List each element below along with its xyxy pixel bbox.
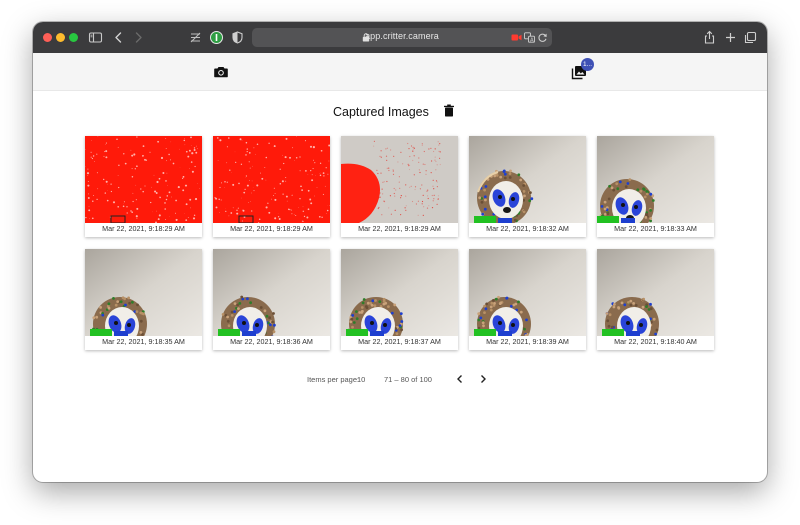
page-title: Captured Images — [333, 105, 429, 119]
image-card[interactable]: Mar 22, 2021, 9:18:33 AM — [597, 136, 714, 237]
new-tab-icon[interactable] — [723, 30, 738, 45]
captured-image-thumbnail[interactable] — [469, 136, 586, 223]
password-manager-icon[interactable] — [209, 30, 224, 45]
image-timestamp: Mar 22, 2021, 9:18:36 AM — [230, 337, 313, 346]
browser-toolbar: app.critter.camera A — [33, 22, 767, 54]
image-card[interactable]: Mar 22, 2021, 9:18:29 AM — [213, 136, 330, 237]
captured-image-thumbnail[interactable] — [213, 136, 330, 223]
image-card[interactable]: Mar 22, 2021, 9:18:29 AM — [85, 136, 202, 237]
captured-image-thumbnail[interactable] — [597, 136, 714, 223]
translate-icon[interactable]: A — [524, 32, 535, 43]
close-window-button[interactable] — [43, 33, 52, 42]
chevron-right-icon[interactable] — [476, 372, 490, 386]
captured-image-thumbnail[interactable] — [85, 136, 202, 223]
image-card[interactable]: Mar 22, 2021, 9:18:37 AM — [341, 249, 458, 350]
camera-icon[interactable] — [212, 63, 230, 81]
trash-icon[interactable] — [443, 104, 455, 117]
privacy-shield-icon[interactable] — [230, 30, 245, 45]
image-timestamp: Mar 22, 2021, 9:18:29 AM — [102, 224, 185, 233]
address-bar[interactable]: app.critter.camera A — [252, 28, 552, 47]
image-card[interactable]: Mar 22, 2021, 9:18:36 AM — [213, 249, 330, 350]
share-icon[interactable] — [702, 30, 717, 45]
page-range-label: 71 – 80 of 100 — [384, 375, 432, 384]
image-timestamp: Mar 22, 2021, 9:18:37 AM — [358, 337, 441, 346]
back-icon[interactable] — [111, 30, 126, 45]
image-timestamp: Mar 22, 2021, 9:18:29 AM — [358, 224, 441, 233]
captured-image-thumbnail[interactable] — [341, 249, 458, 336]
image-timestamp: Mar 22, 2021, 9:18:35 AM — [102, 337, 185, 346]
zoom-window-button[interactable] — [69, 33, 78, 42]
items-per-page-select[interactable]: 10 — [357, 375, 365, 384]
image-card[interactable]: Mar 22, 2021, 9:18:35 AM — [85, 249, 202, 350]
image-timestamp: Mar 22, 2021, 9:18:40 AM — [614, 337, 697, 346]
app-toolbar — [33, 53, 767, 91]
captured-image-thumbnail[interactable] — [213, 249, 330, 336]
gallery-count-badge: 1... — [581, 58, 594, 71]
minimize-window-button[interactable] — [56, 33, 65, 42]
captured-image-thumbnail[interactable] — [597, 249, 714, 336]
chevron-left-icon[interactable] — [453, 372, 467, 386]
extension-tracker-icon[interactable] — [188, 30, 203, 45]
captured-image-thumbnail[interactable] — [85, 249, 202, 336]
items-per-page-label: Items per page: — [307, 375, 360, 384]
image-timestamp: Mar 22, 2021, 9:18:33 AM — [614, 224, 697, 233]
image-card[interactable]: Mar 22, 2021, 9:18:32 AM — [469, 136, 586, 237]
image-card[interactable]: Mar 22, 2021, 9:18:39 AM — [469, 249, 586, 350]
image-card[interactable]: Mar 22, 2021, 9:18:29 AM — [341, 136, 458, 237]
url-text: app.critter.camera — [365, 31, 439, 41]
captured-image-thumbnail[interactable] — [469, 249, 586, 336]
captured-image-thumbnail[interactable] — [341, 136, 458, 223]
image-timestamp: Mar 22, 2021, 9:18:39 AM — [486, 337, 569, 346]
forward-icon[interactable] — [131, 30, 146, 45]
svg-text:A: A — [530, 37, 534, 43]
image-card[interactable]: Mar 22, 2021, 9:18:40 AM — [597, 249, 714, 350]
browser-window: app.critter.camera A 1... Captured Image — [33, 22, 767, 482]
camera-in-use-icon[interactable] — [511, 33, 522, 42]
reload-icon[interactable] — [537, 32, 548, 43]
image-timestamp: Mar 22, 2021, 9:18:29 AM — [230, 224, 313, 233]
image-timestamp: Mar 22, 2021, 9:18:32 AM — [486, 224, 569, 233]
tab-overview-icon[interactable] — [743, 30, 758, 45]
sidebar-icon[interactable] — [88, 30, 103, 45]
